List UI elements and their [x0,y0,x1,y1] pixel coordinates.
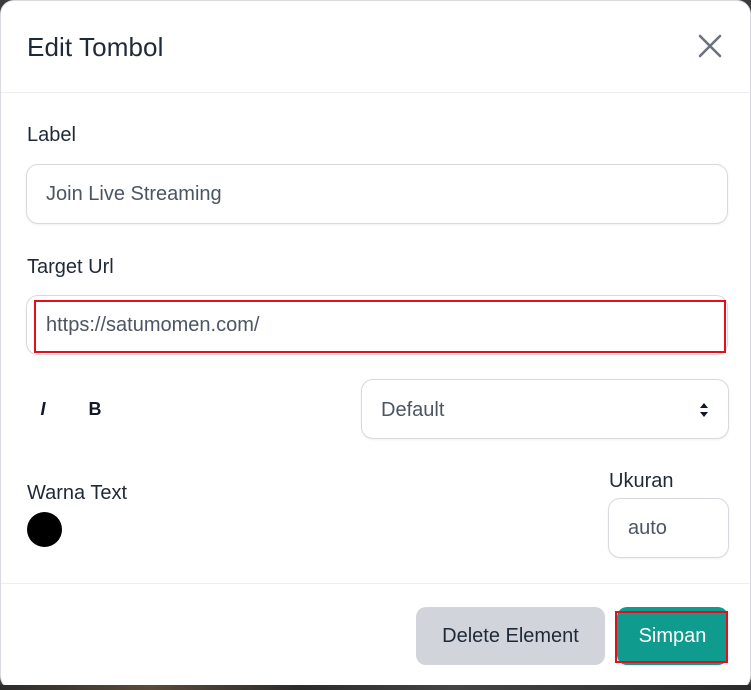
label-field-label: Label [27,124,76,146]
close-button[interactable] [693,29,727,63]
save-button[interactable]: Simpan [617,607,728,665]
chevron-up-down-icon [700,403,708,417]
italic-button[interactable]: I [32,398,54,420]
size-select-value: Default [381,399,445,421]
size-select[interactable]: Default [361,379,729,439]
background-strip [0,685,751,690]
footer-divider [1,583,750,584]
target-url-label: Target Url [27,256,114,278]
ukuran-input[interactable] [608,498,729,558]
dialog-title: Edit Tombol [27,32,164,62]
edit-button-dialog: Edit Tombol Label Target Url I B Default… [0,0,751,690]
bold-button[interactable]: B [84,398,106,420]
delete-element-button[interactable]: Delete Element [416,607,605,665]
target-url-input[interactable] [26,295,728,355]
ukuran-label: Ukuran [609,470,674,492]
text-color-label: Warna Text [27,482,128,504]
close-icon [698,34,722,58]
text-color-swatch[interactable] [27,512,62,547]
dialog-header: Edit Tombol [1,1,750,93]
label-input[interactable] [26,164,728,224]
